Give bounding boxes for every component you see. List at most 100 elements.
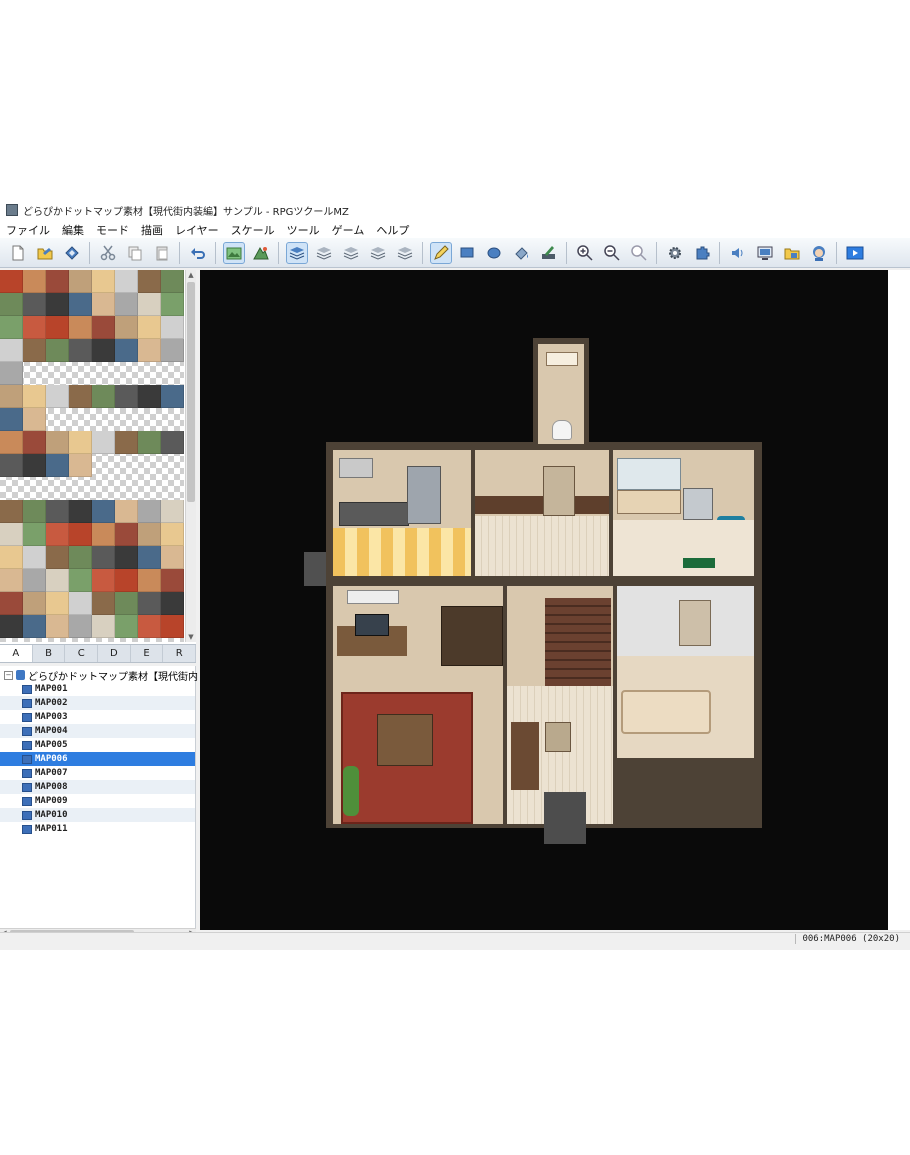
tile-swatch[interactable] — [69, 270, 92, 293]
layer-2-icon[interactable] — [340, 242, 362, 264]
tab-e[interactable]: E — [131, 645, 164, 662]
tile-swatch[interactable] — [92, 385, 115, 408]
tile-swatch[interactable] — [0, 293, 23, 316]
pencil-icon[interactable] — [429, 241, 452, 264]
ellipse-icon[interactable] — [484, 242, 506, 264]
tile-swatch[interactable] — [46, 385, 69, 408]
database-icon[interactable] — [664, 242, 686, 264]
tile-swatch[interactable] — [115, 615, 138, 638]
map-item[interactable]: MAP010 — [0, 808, 195, 822]
layer-4-icon[interactable] — [394, 242, 416, 264]
zoom-out-icon[interactable] — [601, 242, 623, 264]
layer-3-icon[interactable] — [367, 242, 389, 264]
tile-swatch[interactable] — [23, 615, 46, 638]
tile-swatch[interactable] — [138, 615, 161, 638]
fill-icon[interactable] — [511, 242, 533, 264]
map-item[interactable]: MAP001 — [0, 682, 195, 696]
tileset-palette[interactable] — [0, 270, 184, 642]
tile-swatch[interactable] — [69, 431, 92, 454]
tile-swatch[interactable] — [92, 270, 115, 293]
tile-swatch[interactable] — [92, 293, 115, 316]
tile-swatch[interactable] — [46, 615, 69, 638]
tile-swatch[interactable] — [23, 431, 46, 454]
tile-swatch[interactable] — [69, 454, 92, 477]
tile-swatch[interactable] — [0, 431, 23, 454]
tile-swatch[interactable] — [138, 592, 161, 615]
tile-swatch[interactable] — [46, 431, 69, 454]
map-item[interactable]: MAP011 — [0, 822, 195, 836]
tab-d[interactable]: D — [98, 645, 131, 662]
tile-swatch[interactable] — [161, 316, 184, 339]
event-mode-icon[interactable] — [250, 242, 272, 264]
tile-swatch[interactable] — [138, 385, 161, 408]
tile-swatch[interactable] — [161, 546, 184, 569]
tile-swatch[interactable] — [69, 615, 92, 638]
tile-swatch[interactable] — [0, 546, 23, 569]
map-scroll-area[interactable] — [888, 270, 910, 930]
open-project-icon[interactable] — [34, 242, 56, 264]
tile-swatch[interactable] — [115, 500, 138, 523]
tile-swatch[interactable] — [115, 339, 138, 362]
tile-swatch[interactable] — [138, 339, 161, 362]
tile-swatch[interactable] — [23, 408, 46, 431]
tile-swatch[interactable] — [138, 431, 161, 454]
tile-swatch[interactable] — [92, 339, 115, 362]
collapse-icon[interactable]: − — [4, 670, 13, 680]
tile-swatch[interactable] — [23, 316, 46, 339]
tile-swatch[interactable] — [0, 270, 23, 293]
tile-swatch[interactable] — [46, 454, 69, 477]
tile-swatch[interactable] — [69, 293, 92, 316]
tile-swatch[interactable] — [138, 546, 161, 569]
tile-swatch[interactable] — [46, 316, 69, 339]
tile-swatch[interactable] — [69, 339, 92, 362]
menu-scale[interactable]: スケール — [225, 222, 281, 238]
tile-swatch[interactable] — [0, 408, 23, 431]
tile-swatch[interactable] — [138, 523, 161, 546]
tab-a[interactable]: A — [0, 645, 33, 662]
tab-r[interactable]: R — [163, 645, 197, 662]
tile-swatch[interactable] — [92, 569, 115, 592]
tile-swatch[interactable] — [46, 546, 69, 569]
tile-swatch[interactable] — [69, 592, 92, 615]
tab-b[interactable]: B — [33, 645, 66, 662]
layer-auto-icon[interactable] — [285, 241, 308, 264]
map-item[interactable]: MAP003 — [0, 710, 195, 724]
tile-swatch[interactable] — [161, 500, 184, 523]
tile-swatch[interactable] — [138, 270, 161, 293]
map-item[interactable]: MAP009 — [0, 794, 195, 808]
menu-tools[interactable]: ツール — [281, 222, 326, 238]
tile-swatch[interactable] — [23, 592, 46, 615]
tile-swatch[interactable] — [138, 293, 161, 316]
tile-swatch[interactable] — [92, 431, 115, 454]
tile-swatch[interactable] — [115, 523, 138, 546]
tile-swatch[interactable] — [69, 385, 92, 408]
map-item[interactable]: MAP004 — [0, 724, 195, 738]
tile-swatch[interactable] — [46, 523, 69, 546]
tile-swatch[interactable] — [115, 385, 138, 408]
tile-swatch[interactable] — [115, 546, 138, 569]
tile-swatch[interactable] — [69, 500, 92, 523]
zoom-in-icon[interactable] — [574, 242, 596, 264]
tile-swatch[interactable] — [161, 385, 184, 408]
map-mode-icon[interactable] — [222, 241, 245, 264]
tile-swatch[interactable] — [0, 592, 23, 615]
tile-swatch[interactable] — [46, 592, 69, 615]
sound-test-icon[interactable] — [727, 242, 749, 264]
tile-swatch[interactable] — [115, 316, 138, 339]
tile-swatch[interactable] — [23, 569, 46, 592]
shadow-pen-icon[interactable] — [538, 242, 560, 264]
menu-layer[interactable]: レイヤー — [169, 222, 225, 238]
tile-swatch[interactable] — [69, 569, 92, 592]
tile-swatch[interactable] — [0, 569, 23, 592]
tile-swatch[interactable] — [92, 316, 115, 339]
tile-swatch[interactable] — [92, 592, 115, 615]
tile-swatch[interactable] — [23, 523, 46, 546]
tile-swatch[interactable] — [92, 500, 115, 523]
tile-swatch[interactable] — [0, 385, 23, 408]
tile-swatch[interactable] — [161, 523, 184, 546]
map-item[interactable]: MAP008 — [0, 780, 195, 794]
tile-swatch[interactable] — [92, 615, 115, 638]
tile-swatch[interactable] — [0, 523, 23, 546]
tile-swatch[interactable] — [23, 454, 46, 477]
tile-swatch[interactable] — [23, 500, 46, 523]
